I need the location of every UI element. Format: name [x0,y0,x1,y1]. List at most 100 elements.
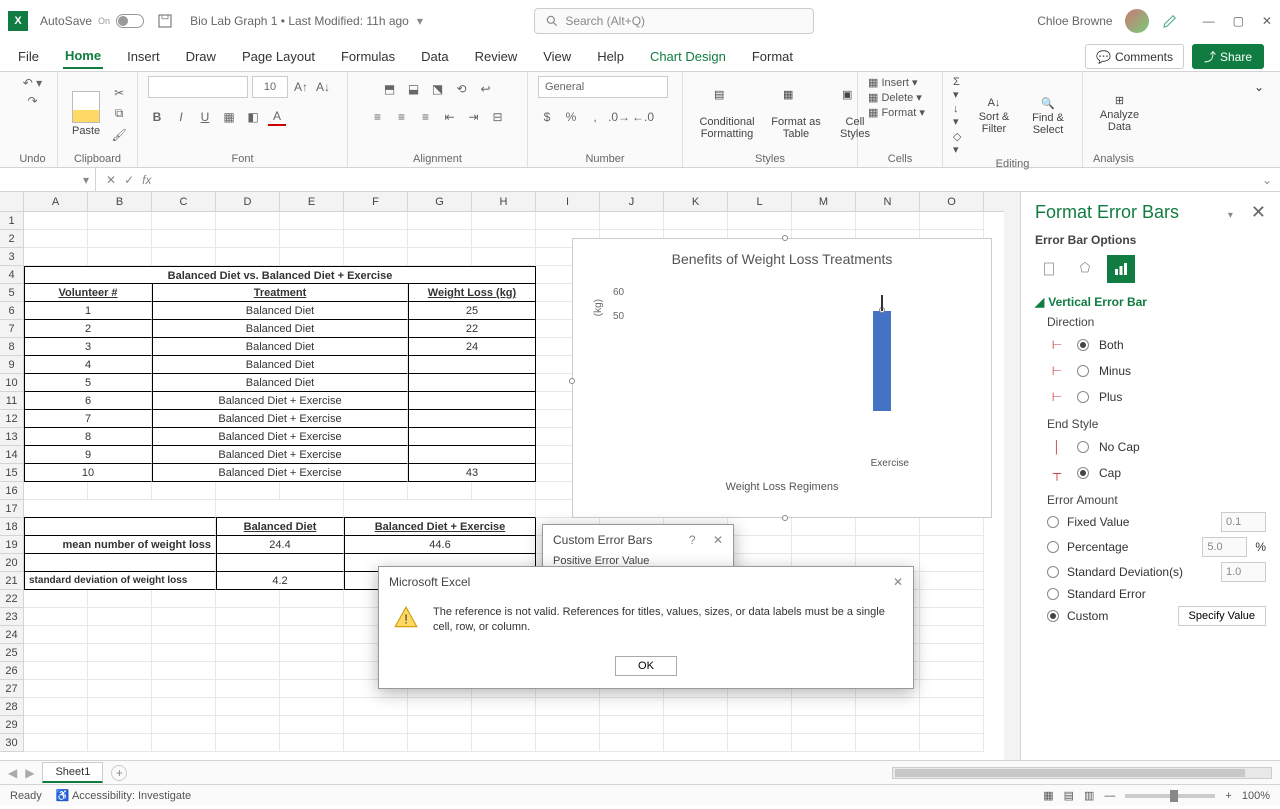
bold-button[interactable]: B [148,108,166,126]
tab-insert[interactable]: Insert [125,45,162,68]
row-header-28[interactable]: 28 [0,698,24,716]
ok-button[interactable]: OK [615,656,677,676]
pane-close-icon[interactable]: ✕ [1251,202,1266,222]
redo-icon[interactable]: ↷ [27,94,37,108]
comments-button[interactable]: 💬 Comments [1085,44,1184,69]
row-header-11[interactable]: 11 [0,392,24,410]
italic-button[interactable]: I [172,108,190,126]
tab-format[interactable]: Format [750,45,795,68]
percent-icon[interactable]: % [562,108,580,126]
fx-icon[interactable]: fx [142,173,151,187]
percentage-input[interactable] [1202,537,1247,557]
std-dev-radio[interactable] [1047,566,1059,578]
col-header-C[interactable]: C [152,192,216,211]
font-color-button[interactable]: A [268,108,286,126]
number-format-select[interactable]: General [538,76,668,98]
row-header-12[interactable]: 12 [0,410,24,428]
increase-decimal-icon[interactable]: .0→ [610,108,628,126]
col-header-O[interactable]: O [920,192,984,211]
no-cap-radio[interactable] [1077,441,1089,453]
close-icon[interactable]: ✕ [1262,14,1272,28]
row-header-1[interactable]: 1 [0,212,24,230]
align-left-icon[interactable]: ≡ [369,108,387,126]
save-icon[interactable] [156,12,174,30]
help-icon[interactable]: ? [689,533,696,547]
row-header-27[interactable]: 27 [0,680,24,698]
pen-icon[interactable] [1161,12,1179,30]
row-header-21[interactable]: 21 [0,572,24,590]
sheet-tab-1[interactable]: Sheet1 [42,762,103,783]
row-header-30[interactable]: 30 [0,734,24,752]
chart-handle-top[interactable] [782,235,788,241]
row-header-23[interactable]: 23 [0,608,24,626]
sort-filter-button[interactable]: A↓Sort & Filter [970,93,1018,139]
col-header-H[interactable]: H [472,192,536,211]
percentage-radio[interactable] [1047,541,1059,553]
share-button[interactable]: ⤴ Share [1192,44,1264,69]
conditional-formatting-button[interactable]: ▤Conditional Formatting [693,84,761,144]
fill-color-button[interactable]: ◧ [244,108,262,126]
row-header-22[interactable]: 22 [0,590,24,608]
fixed-value-input[interactable] [1221,512,1266,532]
col-header-L[interactable]: L [728,192,792,211]
cancel-formula-icon[interactable]: ✕ [106,173,116,187]
effects-icon[interactable] [1071,255,1099,283]
accessibility-status[interactable]: ♿ Accessibility: Investigate [56,789,191,802]
row-header-6[interactable]: 6 [0,302,24,320]
filename[interactable]: Bio Lab Graph 1 • Last Modified: 11h ago [190,14,409,28]
ribbon-collapse-icon[interactable]: ⌄ [1246,72,1272,167]
autosave-toggle[interactable]: AutoSave On [40,14,144,28]
tab-formulas[interactable]: Formulas [339,45,397,68]
col-header-J[interactable]: J [600,192,664,211]
col-header-G[interactable]: G [408,192,472,211]
decrease-decimal-icon[interactable]: ←.0 [634,108,652,126]
decrease-font-icon[interactable]: A↓ [314,78,332,96]
row-header-24[interactable]: 24 [0,626,24,644]
align-middle-icon[interactable]: ⬓ [405,80,423,98]
col-header-F[interactable]: F [344,192,408,211]
fill-line-icon[interactable] [1035,255,1063,283]
autosum-icon[interactable]: Σ ▾ [953,76,964,101]
row-header-14[interactable]: 14 [0,446,24,464]
toggle-icon[interactable] [116,14,144,28]
row-header-16[interactable]: 16 [0,482,24,500]
bar-options-icon[interactable] [1107,255,1135,283]
chart-bar[interactable] [873,311,891,411]
std-dev-input[interactable] [1221,562,1266,582]
col-header-M[interactable]: M [792,192,856,211]
align-top-icon[interactable]: ⬒ [381,80,399,98]
zoom-in-icon[interactable]: + [1225,790,1231,802]
tab-page-layout[interactable]: Page Layout [240,45,317,68]
zoom-level[interactable]: 100% [1242,790,1270,802]
view-normal-icon[interactable]: ▦ [1043,789,1053,802]
tab-chart-design[interactable]: Chart Design [648,45,728,68]
tab-view[interactable]: View [541,45,573,68]
cells-delete-button[interactable]: ▦ Delete ▾ [868,91,922,104]
specify-value-button[interactable]: Specify Value [1178,606,1266,626]
row-header-2[interactable]: 2 [0,230,24,248]
font-select[interactable] [148,76,248,98]
next-sheet-icon[interactable]: ▶ [25,766,34,780]
fill-icon[interactable]: ↓ ▾ [953,103,964,128]
cells-format-button[interactable]: ▦ Format ▾ [868,106,925,119]
row-header-25[interactable]: 25 [0,644,24,662]
row-header-18[interactable]: 18 [0,518,24,536]
minus-radio[interactable] [1077,365,1089,377]
row-header-7[interactable]: 7 [0,320,24,338]
chart-handle-bottom[interactable] [782,515,788,521]
zoom-slider[interactable] [1125,794,1215,798]
copy-icon[interactable]: ⧉ [110,105,128,123]
row-header-3[interactable]: 3 [0,248,24,266]
custom-radio[interactable] [1047,610,1059,622]
paste-button[interactable]: Paste [68,87,104,141]
row-header-4[interactable]: 4 [0,266,24,284]
row-header-13[interactable]: 13 [0,428,24,446]
tab-draw[interactable]: Draw [184,45,218,68]
row-header-17[interactable]: 17 [0,500,24,518]
error-bar[interactable] [881,295,883,311]
find-select-button[interactable]: 🔍Find & Select [1024,93,1072,140]
row-header-9[interactable]: 9 [0,356,24,374]
zoom-out-icon[interactable]: — [1104,790,1115,802]
chart[interactable]: Benefits of Weight Loss Treatments 60 50… [572,238,992,518]
row-header-26[interactable]: 26 [0,662,24,680]
